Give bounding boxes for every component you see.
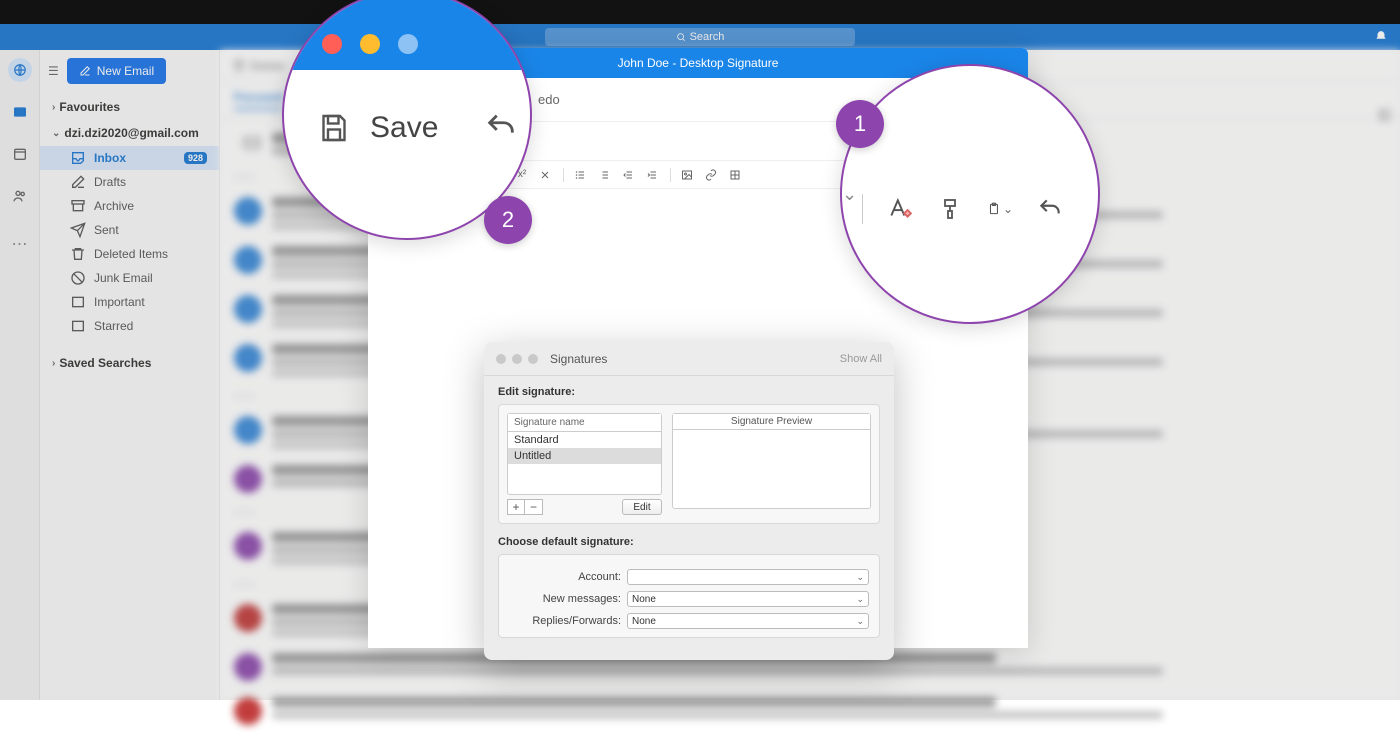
save-button[interactable]: Save: [316, 110, 438, 146]
signature-preview: Signature Preview: [672, 413, 871, 509]
delete-button[interactable]: Delete: [232, 59, 285, 73]
signature-name-list[interactable]: Standard Untitled: [508, 432, 661, 494]
new-email-label: New Email: [97, 64, 154, 78]
window-black-bar: [0, 0, 1400, 24]
table-icon[interactable]: [729, 169, 743, 181]
account-select[interactable]: [627, 569, 869, 585]
notification-icon[interactable]: [1374, 30, 1388, 44]
people-icon[interactable]: [8, 184, 32, 208]
mail-item[interactable]: [220, 689, 1400, 733]
close-icon[interactable]: [496, 354, 506, 364]
archive-folder[interactable]: Archive: [40, 194, 219, 218]
format-painter-icon[interactable]: [937, 196, 963, 222]
replies-label: Replies/Forwards:: [509, 615, 621, 627]
edit-signature-button[interactable]: Edit: [622, 499, 662, 515]
numbering-icon[interactable]: [598, 169, 612, 181]
maximize-icon[interactable]: [528, 354, 538, 364]
inbox-folder[interactable]: Inbox 928: [40, 146, 219, 170]
signature-item-untitled[interactable]: Untitled: [508, 448, 661, 464]
minimize-window-icon[interactable]: [360, 34, 380, 54]
deleted-folder[interactable]: Deleted Items: [40, 242, 219, 266]
favourites-header[interactable]: ›Favourites: [40, 94, 219, 120]
search-placeholder: Search: [690, 31, 725, 43]
expand-icon[interactable]: [1378, 108, 1392, 122]
searchbar: Search: [0, 24, 1400, 50]
signature-name-header: Signature name: [508, 414, 661, 432]
callout-badge-2: 2: [484, 196, 532, 244]
search-input[interactable]: Search: [545, 28, 855, 46]
account-header[interactable]: ⌄dzi.dzi2020@gmail.com: [40, 120, 219, 146]
starred-folder[interactable]: Starred: [40, 314, 219, 338]
saved-searches-header[interactable]: ›Saved Searches: [40, 350, 219, 376]
show-all-button[interactable]: Show All: [840, 353, 882, 365]
inbox-count: 928: [184, 152, 207, 164]
bullets-icon[interactable]: [574, 169, 588, 181]
undo-remainder: edo: [538, 92, 560, 107]
close-window-icon[interactable]: [322, 34, 342, 54]
drafts-folder[interactable]: Drafts: [40, 170, 219, 194]
new-messages-select[interactable]: None: [627, 591, 869, 607]
hamburger-icon[interactable]: ☰: [48, 64, 59, 78]
signature-item-standard[interactable]: Standard: [508, 432, 661, 448]
undo-icon[interactable]: [1037, 196, 1063, 222]
outdent-icon[interactable]: [622, 169, 636, 181]
zoom-lens-1: ⌄ ⌄: [840, 64, 1100, 324]
clear-format-icon[interactable]: [539, 169, 553, 181]
globe-icon[interactable]: [8, 58, 32, 82]
styles-icon[interactable]: [887, 196, 913, 222]
link-icon[interactable]: [705, 169, 719, 181]
paste-icon[interactable]: ⌄: [987, 196, 1013, 222]
callout-badge-1: 1: [836, 100, 884, 148]
preview-header: Signature Preview: [673, 414, 870, 430]
add-signature-button[interactable]: +: [507, 499, 525, 515]
remove-signature-button[interactable]: −: [525, 499, 543, 515]
signature-editor-title: John Doe - Desktop Signature: [618, 56, 779, 70]
new-email-button[interactable]: New Email: [67, 58, 166, 84]
save-label: Save: [370, 111, 438, 145]
image-icon[interactable]: [681, 169, 695, 181]
junk-folder[interactable]: Junk Email: [40, 266, 219, 290]
folder-sidebar: ☰ New Email ›Favourites ⌄dzi.dzi2020@gma…: [40, 50, 220, 700]
sent-folder[interactable]: Sent: [40, 218, 219, 242]
preferences-title: Signatures: [550, 352, 607, 366]
signatures-preferences-dialog: Signatures Show All Edit signature: Sign…: [484, 342, 894, 660]
calendar-icon[interactable]: [8, 142, 32, 166]
indent-icon[interactable]: [646, 169, 660, 181]
replies-select[interactable]: None: [627, 613, 869, 629]
minimize-icon[interactable]: [512, 354, 522, 364]
mail-icon[interactable]: [8, 100, 32, 124]
new-messages-label: New messages:: [509, 593, 621, 605]
undo-icon[interactable]: [484, 110, 518, 144]
account-label: Account:: [509, 571, 621, 583]
edit-signature-heading: Edit signature:: [498, 386, 880, 398]
choose-default-heading: Choose default signature:: [498, 536, 880, 548]
more-icon[interactable]: ⋯: [8, 232, 32, 256]
left-rail: ⋯: [0, 50, 40, 700]
maximize-window-icon[interactable]: [398, 34, 418, 54]
focused-tab[interactable]: Focused: [234, 90, 283, 110]
important-folder[interactable]: Important: [40, 290, 219, 314]
